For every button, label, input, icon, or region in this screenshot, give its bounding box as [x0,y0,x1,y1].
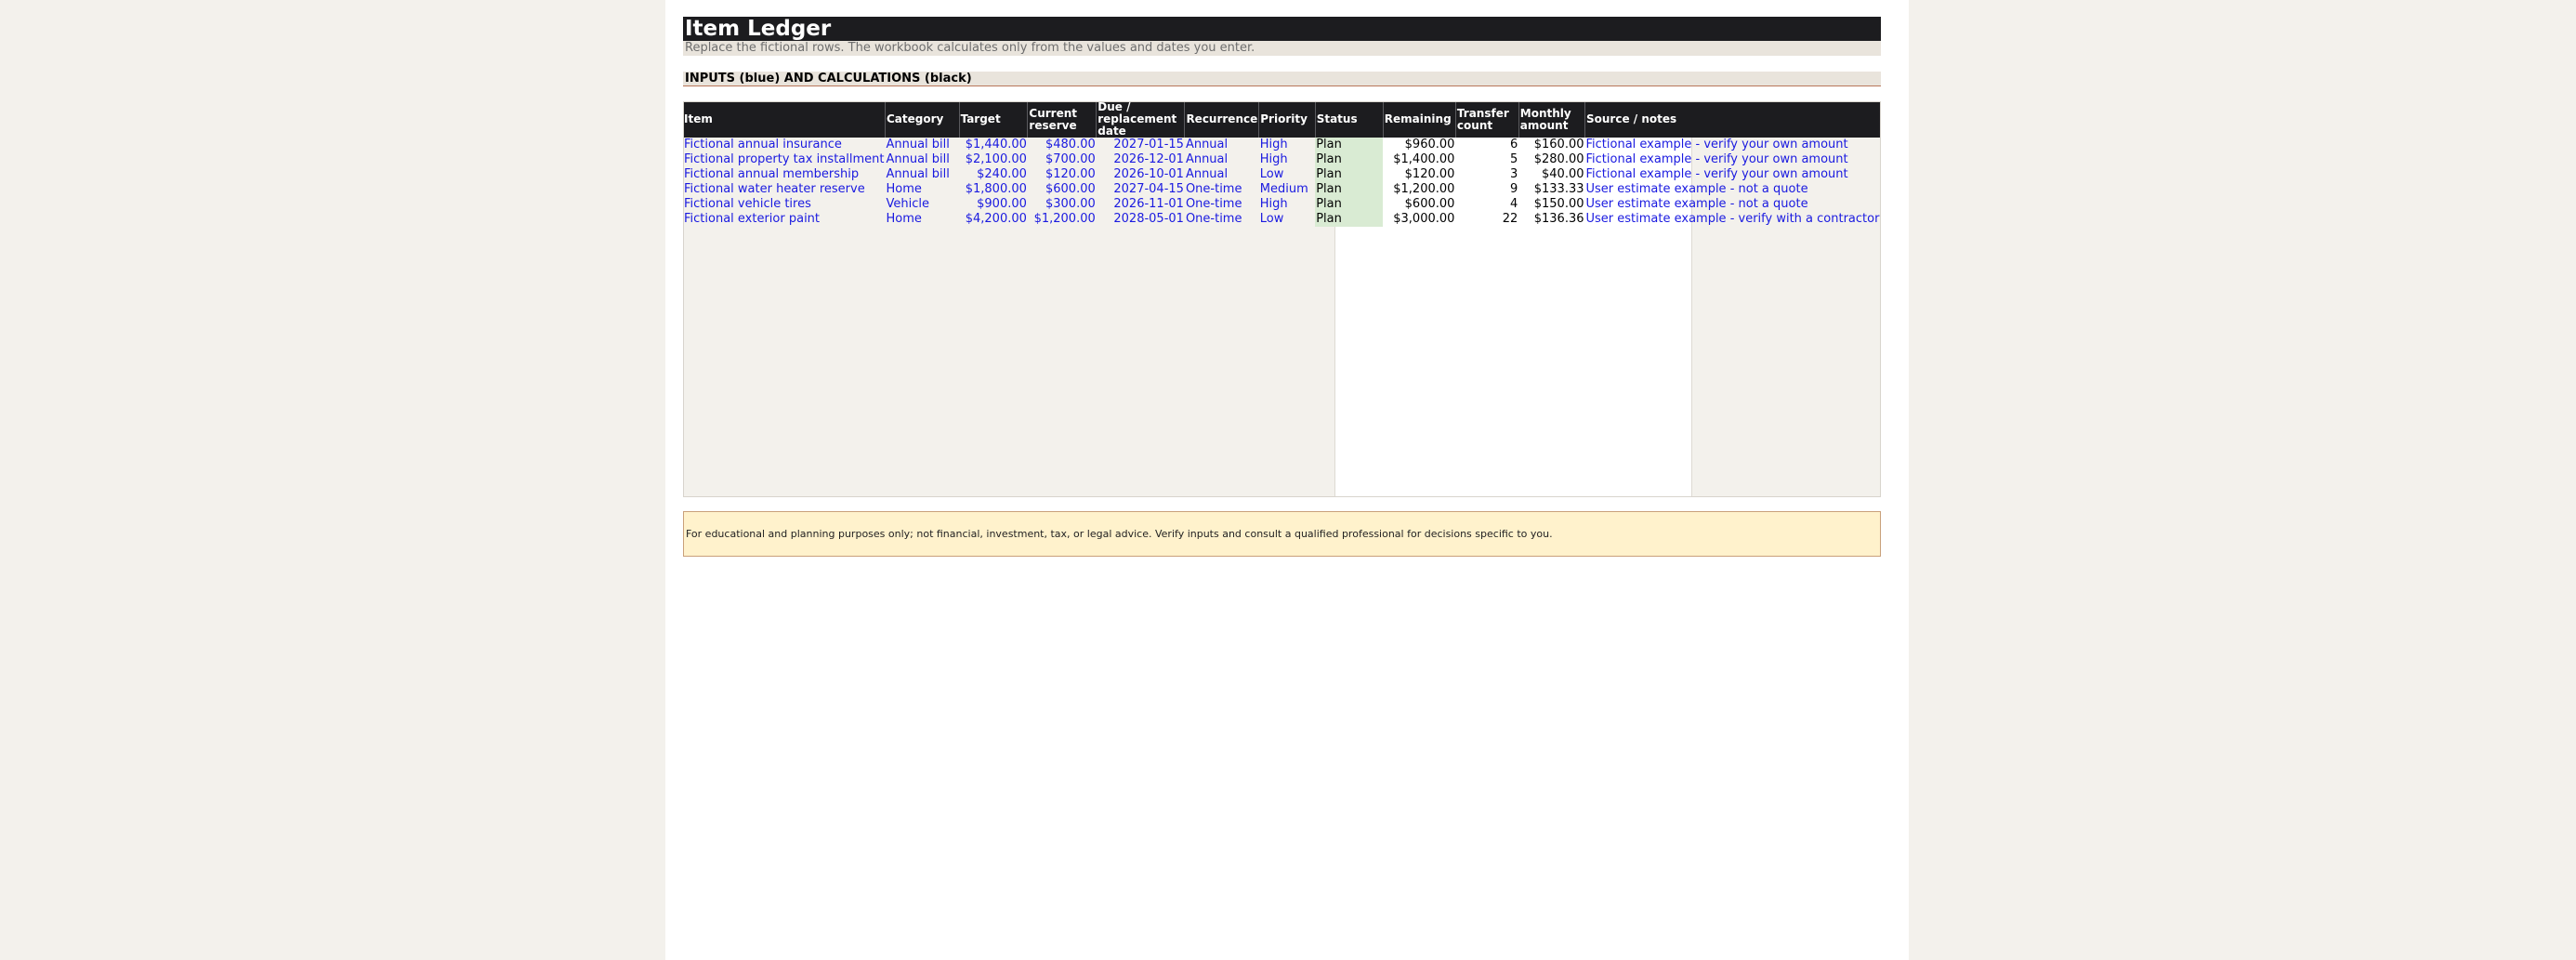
cell-monthly-amount[interactable]: $160.00 [1518,138,1584,152]
cell-status[interactable]: Plan [1315,197,1384,212]
cell-transfer-count[interactable]: 22 [1455,212,1518,227]
column-header-monthly-amount[interactable]: Monthly amount [1518,101,1586,138]
table-row: Fictional water heater reserve Home $1,8… [683,182,1881,197]
cell-source-notes[interactable]: Fictional example - verify your own amou… [1585,152,1881,167]
cell-category[interactable]: Home [885,182,959,197]
cell-recurrence[interactable]: One-time [1185,197,1259,212]
cell-status[interactable]: Plan [1315,138,1384,152]
cell-transfer-count[interactable]: 9 [1455,182,1518,197]
cell-status[interactable]: Plan [1315,182,1384,197]
cell-recurrence[interactable]: Annual [1185,167,1259,182]
cell-remaining[interactable]: $1,400.00 [1383,152,1455,167]
cell-remaining[interactable]: $3,000.00 [1383,212,1455,227]
cell-item[interactable]: Fictional exterior paint [683,212,885,227]
cell-item[interactable]: Fictional vehicle tires [683,197,885,212]
cell-source-notes[interactable]: User estimate example - not a quote [1585,182,1881,197]
cell-remaining[interactable]: $600.00 [1383,197,1455,212]
disclaimer-note: For educational and planning purposes on… [683,511,1881,557]
cell-source-notes[interactable]: Fictional example - verify your own amou… [1585,167,1881,182]
table-row: Fictional vehicle tires Vehicle $900.00 … [683,197,1881,212]
table-row: Fictional annual insurance Annual bill $… [683,138,1881,152]
cell-item[interactable]: Fictional annual membership [683,167,885,182]
cell-item[interactable]: Fictional property tax installment [683,152,885,167]
cell-transfer-count[interactable]: 5 [1455,152,1518,167]
column-header-due-date[interactable]: Due / replacement date [1096,101,1186,138]
cell-transfer-count[interactable]: 3 [1455,167,1518,182]
cell-priority[interactable]: High [1259,197,1315,212]
cell-monthly-amount[interactable]: $280.00 [1518,152,1584,167]
column-header-transfer-count[interactable]: Transfer count [1455,101,1519,138]
cell-category[interactable]: Annual bill [885,138,959,152]
cell-target[interactable]: $2,100.00 [959,152,1028,167]
page-title: Item Ledger [683,17,1881,41]
cell-current-reserve[interactable]: $600.00 [1028,182,1097,197]
ledger-table: Item Category Target Current reserve Due… [683,101,1881,227]
cell-category[interactable]: Home [885,212,959,227]
ledger-body: Fictional annual insurance Annual bill $… [683,138,1881,227]
table-row: Fictional property tax installment Annua… [683,152,1881,167]
cell-target[interactable]: $900.00 [959,197,1028,212]
column-header-remaining[interactable]: Remaining [1383,101,1456,138]
cell-source-notes[interactable]: User estimate example - not a quote [1585,197,1881,212]
column-header-recurrence[interactable]: Recurrence [1184,101,1260,138]
cell-item[interactable]: Fictional water heater reserve [683,182,885,197]
cell-priority[interactable]: Medium [1259,182,1315,197]
cell-remaining[interactable]: $1,200.00 [1383,182,1455,197]
column-header-item[interactable]: Item [683,101,886,138]
cell-remaining[interactable]: $120.00 [1383,167,1455,182]
cell-priority[interactable]: Low [1259,212,1315,227]
cell-status[interactable]: Plan [1315,167,1384,182]
cell-recurrence[interactable]: Annual [1185,138,1259,152]
cell-recurrence[interactable]: One-time [1185,212,1259,227]
cell-target[interactable]: $1,800.00 [959,182,1028,197]
column-header-priority[interactable]: Priority [1258,101,1316,138]
cell-priority[interactable]: Low [1259,167,1315,182]
cell-status[interactable]: Plan [1315,212,1384,227]
cell-current-reserve[interactable]: $120.00 [1028,167,1097,182]
cell-due-date[interactable]: 2028-05-01 [1097,212,1185,227]
cell-category[interactable]: Annual bill [885,167,959,182]
table-row: Fictional exterior paint Home $4,200.00 … [683,212,1881,227]
cell-recurrence[interactable]: Annual [1185,152,1259,167]
cell-target[interactable]: $4,200.00 [959,212,1028,227]
cell-recurrence[interactable]: One-time [1185,182,1259,197]
section-header: INPUTS (blue) AND CALCULATIONS (black) [683,72,1881,86]
cell-item[interactable]: Fictional annual insurance [683,138,885,152]
cell-monthly-amount[interactable]: $136.36 [1518,212,1584,227]
header-row: Item Category Target Current reserve Due… [683,101,1881,138]
column-header-target[interactable]: Target [959,101,1029,138]
ledger-grid: Item Category Target Current reserve Due… [683,101,1881,497]
cell-due-date[interactable]: 2027-04-15 [1097,182,1185,197]
cell-priority[interactable]: High [1259,152,1315,167]
cell-current-reserve[interactable]: $700.00 [1028,152,1097,167]
cell-monthly-amount[interactable]: $133.33 [1518,182,1584,197]
cell-due-date[interactable]: 2026-10-01 [1097,167,1185,182]
cell-priority[interactable]: High [1259,138,1315,152]
cell-transfer-count[interactable]: 4 [1455,197,1518,212]
cell-category[interactable]: Annual bill [885,152,959,167]
cell-remaining[interactable]: $960.00 [1383,138,1455,152]
cell-target[interactable]: $1,440.00 [959,138,1028,152]
cell-current-reserve[interactable]: $480.00 [1028,138,1097,152]
cell-transfer-count[interactable]: 6 [1455,138,1518,152]
table-row: Fictional annual membership Annual bill … [683,167,1881,182]
cell-due-date[interactable]: 2026-11-01 [1097,197,1185,212]
cell-source-notes[interactable]: User estimate example - verify with a co… [1585,212,1881,227]
column-header-status[interactable]: Status [1315,101,1384,138]
cell-monthly-amount[interactable]: $40.00 [1518,167,1584,182]
column-header-current-reserve[interactable]: Current reserve [1027,101,1097,138]
cell-current-reserve[interactable]: $1,200.00 [1028,212,1097,227]
cell-due-date[interactable]: 2026-12-01 [1097,152,1185,167]
cell-current-reserve[interactable]: $300.00 [1028,197,1097,212]
cell-source-notes[interactable]: Fictional example - verify your own amou… [1585,138,1881,152]
cell-category[interactable]: Vehicle [885,197,959,212]
page-subtitle: Replace the fictional rows. The workbook… [683,41,1881,56]
cell-due-date[interactable]: 2027-01-15 [1097,138,1185,152]
cell-target[interactable]: $240.00 [959,167,1028,182]
column-header-category[interactable]: Category [885,101,960,138]
cell-status[interactable]: Plan [1315,152,1384,167]
cell-monthly-amount[interactable]: $150.00 [1518,197,1584,212]
column-header-source-notes[interactable]: Source / notes [1584,101,1881,138]
